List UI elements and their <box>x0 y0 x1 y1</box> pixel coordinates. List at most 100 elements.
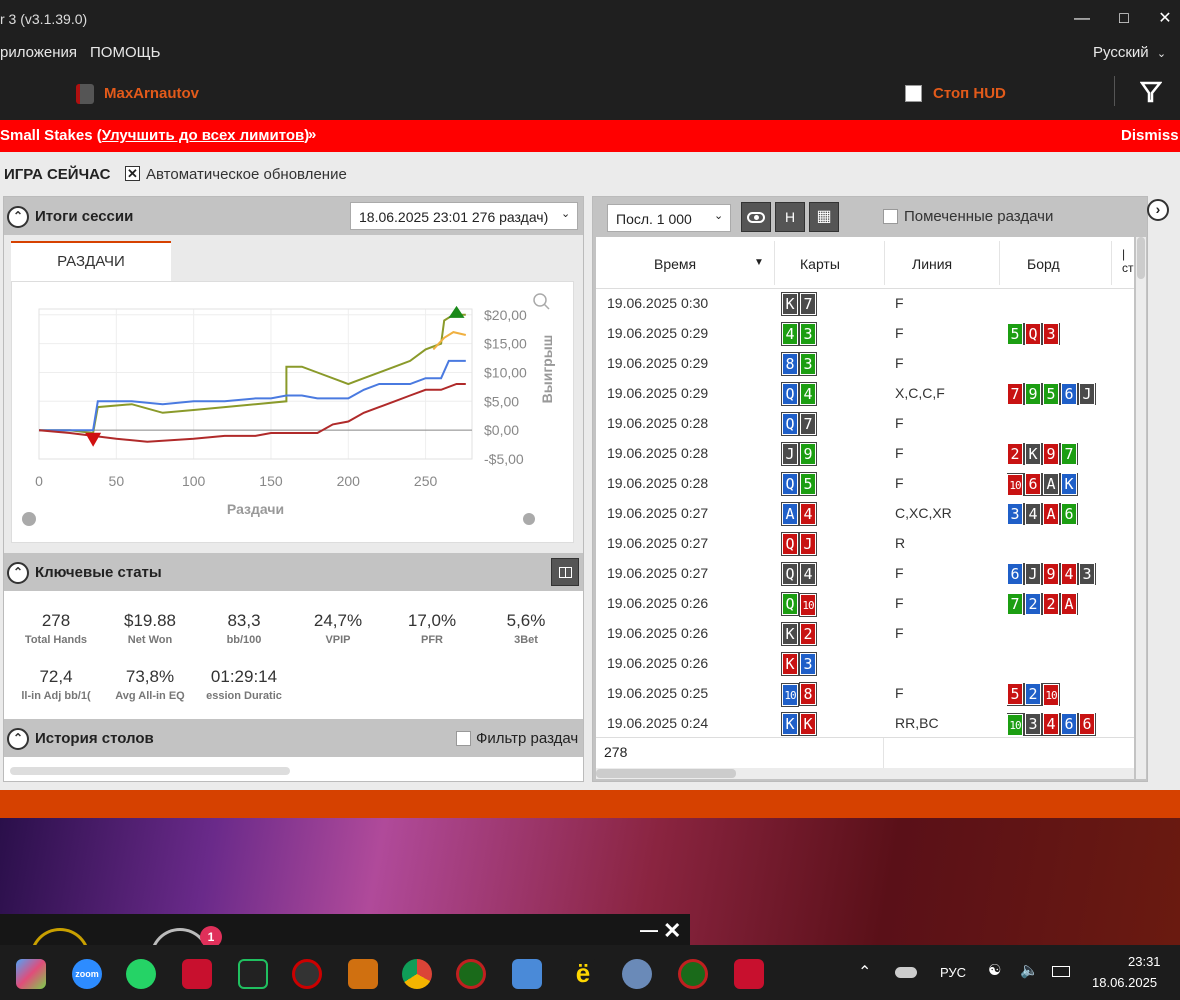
y-tick-label: $15,00 <box>484 336 527 352</box>
username[interactable]: MaxArnautov <box>104 85 199 102</box>
collapse-icon[interactable]: ⌃ <box>7 728 29 750</box>
table-row[interactable]: 19.06.2025 0:26 Q 10 F 7 2 2 A <box>596 589 1131 619</box>
calculator-icon[interactable] <box>512 959 542 989</box>
battery-icon[interactable] <box>1052 966 1070 977</box>
sort-down-icon[interactable]: ▼ <box>754 257 764 268</box>
volume-icon[interactable]: 🔈 <box>1020 961 1039 979</box>
ggpoker-icon[interactable] <box>292 959 322 989</box>
clock-time[interactable]: 23:31 <box>1128 954 1161 969</box>
table-row[interactable]: 19.06.2025 0:30 K 7 F <box>596 289 1131 319</box>
collapse-icon[interactable]: ⌃ <box>7 562 29 584</box>
hand-line: C,XC,XR <box>895 505 952 521</box>
minimize-button[interactable]: — <box>1067 6 1097 32</box>
stat-item: 278 Total Hands <box>9 611 103 646</box>
whatsapp-icon[interactable] <box>126 959 156 989</box>
table-row[interactable]: 19.06.2025 0:29 8 3 F <box>596 349 1131 379</box>
start-icon[interactable] <box>16 959 46 989</box>
table-row[interactable]: 19.06.2025 0:29 4 3 F 5 Q 3 <box>596 319 1131 349</box>
session-selector[interactable]: 18.06.2025 23:01 276 раздач) ⌄ <box>350 202 578 230</box>
poker-client-2-icon[interactable] <box>678 959 708 989</box>
hand-time: 19.06.2025 0:27 <box>607 505 709 521</box>
col-cards[interactable]: Карты <box>800 256 840 272</box>
replay-button[interactable] <box>741 202 771 232</box>
horizontal-scrollbar[interactable] <box>10 767 290 775</box>
language-select[interactable]: Русский ⌄ <box>1093 44 1166 61</box>
filter-hands-checkbox[interactable] <box>456 731 471 746</box>
table-row[interactable]: 19.06.2025 0:26 K 2 F <box>596 619 1131 649</box>
bonus-app-icon[interactable] <box>348 959 378 989</box>
auto-refresh-checkbox[interactable]: ✕ <box>125 166 140 181</box>
promo-arrow-icon[interactable]: » <box>308 126 316 143</box>
hand-time: 19.06.2025 0:24 <box>607 715 709 731</box>
table-row[interactable]: 19.06.2025 0:27 Q J R <box>596 529 1131 559</box>
onedrive-icon[interactable] <box>895 967 917 978</box>
hand-time: 19.06.2025 0:29 <box>607 385 709 401</box>
hands-limit-select[interactable]: Посл. 1 000 ⌄ <box>607 204 731 232</box>
horizontal-scrollbar[interactable] <box>596 768 1134 779</box>
chrome-icon[interactable] <box>402 959 432 989</box>
stop-hud-checkbox[interactable] <box>905 85 922 102</box>
menu-item-apps[interactable]: риложения <box>0 44 77 61</box>
language-label: Русский <box>1093 44 1149 61</box>
upgrade-link[interactable]: Улучшить до всех лимитов <box>102 127 305 144</box>
col-line[interactable]: Линия <box>912 256 952 272</box>
table-row[interactable]: 19.06.2025 0:28 Q 7 F <box>596 409 1131 439</box>
filter-icon[interactable] <box>1140 81 1162 103</box>
settings-icon[interactable] <box>622 959 652 989</box>
card: J <box>1024 563 1042 585</box>
close-button[interactable]: ✕ <box>1150 6 1180 32</box>
vertical-scrollbar[interactable] <box>1136 237 1146 779</box>
menu-item-help[interactable]: ПОМОЩЬ <box>90 44 161 61</box>
pokerking-icon[interactable] <box>238 959 268 989</box>
maximize-button[interactable]: □ <box>1109 6 1139 32</box>
table-row[interactable]: 19.06.2025 0:27 A 4 C,XC,XR 3 4 A 6 <box>596 499 1131 529</box>
yandex-browser-icon[interactable]: ё <box>568 959 598 989</box>
window-title: r 3 (v3.1.39.0) <box>0 11 88 27</box>
collapse-icon[interactable]: ⌃ <box>7 206 29 228</box>
stat-label: Avg All-in EQ <box>115 690 185 702</box>
stat-item: 73,8% Avg All-in EQ <box>103 667 197 702</box>
hand-line: F <box>895 565 904 581</box>
hand-line: F <box>895 595 904 611</box>
poker-app-2-icon[interactable] <box>734 959 764 989</box>
expand-right-icon[interactable]: › <box>1147 199 1169 221</box>
hole-cards: Q 10 <box>781 592 818 617</box>
marked-hands-label: Помеченные раздачи <box>904 208 1054 225</box>
board-cards: 10 6 A K <box>1007 473 1103 496</box>
col-board[interactable]: Борд <box>1027 256 1060 272</box>
poker-client-icon[interactable] <box>456 959 486 989</box>
col-time[interactable]: Время <box>654 256 696 272</box>
table-row[interactable]: 19.06.2025 0:28 J 9 F 2 K 9 7 <box>596 439 1131 469</box>
table-row[interactable]: 19.06.2025 0:24 K K RR,BC 10 3 4 6 6 <box>596 709 1131 737</box>
series-line <box>38 383 466 443</box>
zoom-icon[interactable]: zoom <box>72 959 102 989</box>
x-tick-label: 100 <box>182 473 206 489</box>
card: Q <box>781 592 799 616</box>
board-cards: 5Q3 <box>1007 323 1103 345</box>
table-row[interactable]: 19.06.2025 0:25 10 8 F 5 2 10 <box>596 679 1131 709</box>
marked-hands-checkbox[interactable] <box>883 209 898 224</box>
table-row[interactable]: 19.06.2025 0:26 K 3 <box>596 649 1131 679</box>
tab-hands[interactable]: РАЗДАЧИ <box>11 241 171 281</box>
grid-icon[interactable]: ▦ <box>809 202 839 232</box>
card: J <box>781 442 799 466</box>
col-extra[interactable]: | ст <box>1122 247 1134 275</box>
stat-label: Net Won <box>127 634 173 646</box>
dismiss-button[interactable]: Dismiss <box>1121 127 1179 144</box>
board-cards: 7956J <box>1007 383 1103 405</box>
layout-icon[interactable] <box>551 558 579 586</box>
table-row[interactable]: 19.06.2025 0:29 Q 4 X,C,C,F 7 9 5 6 J <box>596 379 1131 409</box>
card: 4 <box>799 562 817 586</box>
card: 4 <box>781 322 799 346</box>
minimize-icon[interactable]: — <box>640 920 658 941</box>
clock-date[interactable]: 18.06.2025 <box>1092 975 1157 990</box>
close-icon[interactable]: ✕ <box>663 918 681 944</box>
table-row[interactable]: 19.06.2025 0:27 Q 4 F 6 J 9 4 3 <box>596 559 1131 589</box>
input-language[interactable]: РУС <box>940 965 966 980</box>
wifi-icon[interactable]: ☯ <box>988 961 1001 979</box>
poker-app-icon[interactable] <box>182 959 212 989</box>
chevron-up-icon[interactable]: ⌃ <box>858 962 871 982</box>
table-row[interactable]: 19.06.2025 0:28 Q 5 F 10 6 A K <box>596 469 1131 499</box>
h-button[interactable]: H <box>775 202 805 232</box>
hole-cards: KK <box>781 712 818 736</box>
